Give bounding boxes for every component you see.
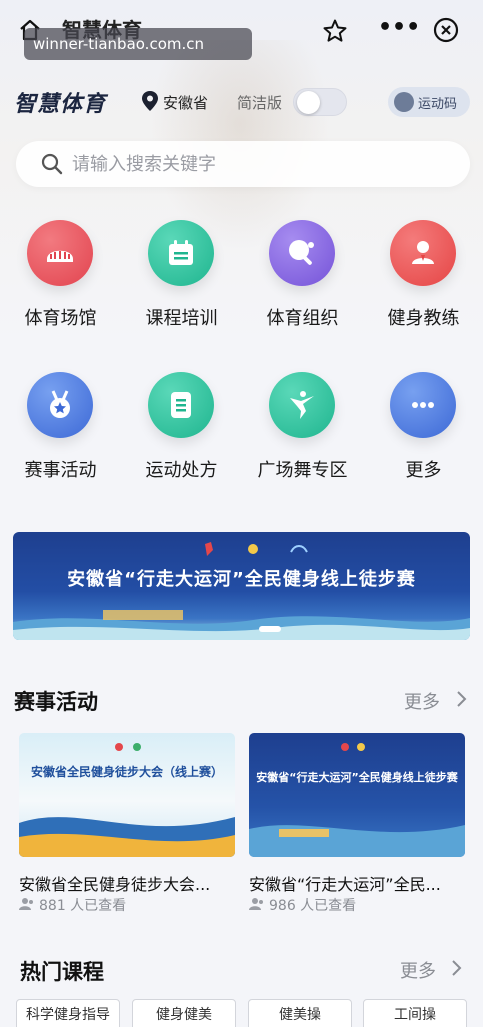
people-icon (19, 898, 33, 910)
medal-icon (27, 372, 93, 438)
brand-row: 智慧体育 安徽省 简洁版 运动码 (0, 84, 483, 120)
more-icon (390, 372, 456, 438)
more-options-icon[interactable]: ••• (378, 17, 420, 44)
calendar-icon (148, 220, 214, 286)
dancer-icon (269, 372, 335, 438)
qr-code-icon (394, 92, 414, 112)
banner-page-indicator (259, 626, 281, 632)
course-tab[interactable]: 健身健美 (132, 999, 236, 1027)
courses-more-link[interactable]: 更多 (400, 957, 436, 983)
coach-icon (390, 220, 456, 286)
search-bar (16, 141, 470, 187)
grid-label: 赛事活动 (24, 460, 97, 481)
grid-item-more[interactable]: 更多 (363, 372, 483, 492)
event-poster: 安徽省全民健身徒步大会（线上赛） (19, 733, 235, 857)
watermark: winner-tianbao.com.cn (24, 28, 252, 60)
poster-title: 安徽省“行走大运河”全民健身线上徒步赛 (256, 771, 458, 784)
banner-logos (205, 542, 308, 556)
events-section-title: 赛事活动 (14, 690, 98, 714)
star-icon[interactable] (322, 18, 348, 44)
stadium-icon (27, 220, 93, 286)
course-tab[interactable]: 健美操 (248, 999, 352, 1027)
simple-mode-label: 简洁版 (237, 94, 283, 112)
table-tennis-icon (269, 220, 335, 286)
sport-code-label: 运动码 (418, 97, 458, 112)
grid-label: 更多 (405, 460, 442, 481)
grid-label: 运动处方 (145, 460, 218, 481)
grid-item-courses[interactable]: 课程培训 (121, 220, 242, 340)
grid-label: 健身教练 (387, 308, 460, 329)
grid-item-coaches[interactable]: 健身教练 (363, 220, 483, 340)
course-tab[interactable]: 工间操 (363, 999, 467, 1027)
poster-graphic (19, 743, 235, 857)
grid-label: 体育组织 (266, 308, 339, 329)
sport-code-button[interactable]: 运动码 (388, 87, 470, 117)
title-bar: 智慧体育 ••• winner-tianbao.com.cn (0, 0, 483, 60)
search-input[interactable] (72, 141, 452, 187)
people-icon (249, 898, 263, 910)
simple-mode-toggle[interactable] (293, 88, 347, 116)
location-pin-icon[interactable] (140, 90, 160, 112)
grid-item-square-dance[interactable]: 广场舞专区 (242, 372, 363, 492)
grid-label: 广场舞专区 (257, 460, 348, 481)
prescription-icon (148, 372, 214, 438)
feature-grid-row-2: 赛事活动 运动处方 广场舞专区 更多 (0, 372, 483, 492)
close-icon[interactable] (432, 16, 460, 44)
search-icon (41, 153, 63, 175)
chevron-right-icon[interactable] (450, 959, 462, 977)
event-card-title: 安徽省全民健身徒步大会... (19, 875, 211, 894)
grid-item-prescription[interactable]: 运动处方 (121, 372, 242, 492)
grid-label: 体育场馆 (24, 308, 97, 329)
courses-section-title: 热门课程 (20, 960, 104, 984)
chevron-right-icon[interactable] (455, 690, 467, 708)
event-poster: 安徽省“行走大运河”全民健身线上徒步赛 (249, 733, 465, 857)
banner-waves (13, 610, 470, 640)
brand-logo: 智慧体育 (14, 92, 107, 117)
event-card-title: 安徽省“行走大运河”全民... (249, 875, 441, 894)
events-more-link[interactable]: 更多 (404, 688, 440, 714)
toggle-knob (297, 91, 320, 114)
course-tab[interactable]: 科学健身指导 (16, 999, 120, 1027)
poster-graphic (249, 743, 465, 857)
feature-grid-row-1: 体育场馆 课程培训 体育组织 健身教练 (0, 220, 483, 340)
banner-title: 安徽省“行走大运河”全民健身线上徒步赛 (67, 569, 416, 590)
grid-item-stadium[interactable]: 体育场馆 (0, 220, 121, 340)
grid-item-events[interactable]: 赛事活动 (0, 372, 121, 492)
grid-label: 课程培训 (145, 308, 218, 329)
location-selector[interactable]: 安徽省 (163, 92, 208, 113)
poster-title: 安徽省全民健身徒步大会（线上赛） (30, 765, 223, 779)
promo-banner[interactable]: 安徽省“行走大运河”全民健身线上徒步赛 (13, 532, 470, 640)
grid-item-organizations[interactable]: 体育组织 (242, 220, 363, 340)
